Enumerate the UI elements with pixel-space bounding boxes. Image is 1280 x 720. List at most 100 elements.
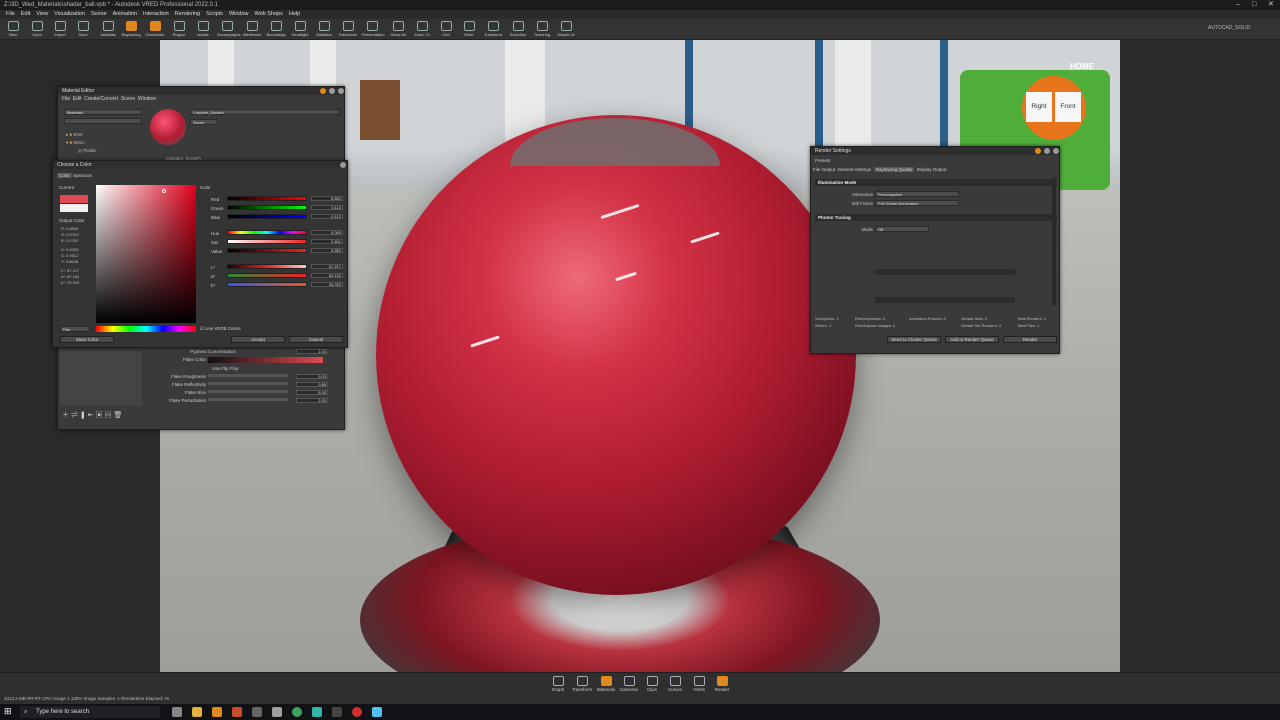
- ruler-button[interactable]: Ruler: [459, 19, 479, 40]
- isolate-button[interactable]: Isolate: [193, 19, 213, 40]
- b-value[interactable]: 33.922: [311, 282, 343, 287]
- flake-color-swatch[interactable]: [208, 357, 323, 363]
- import-button[interactable]: Import: [50, 19, 70, 40]
- store-color-button[interactable]: Store Color: [60, 336, 114, 343]
- windows-start-icon[interactable]: ⊞: [4, 706, 12, 717]
- material-name-field[interactable]: Carpaint_Scratch: [190, 109, 340, 115]
- link-icon[interactable]: ⇌: [71, 412, 78, 419]
- new-button[interactable]: New: [3, 19, 23, 40]
- menu-web-shops[interactable]: Web Shops: [255, 10, 283, 19]
- save-button[interactable]: Save: [73, 19, 93, 40]
- menu-scene[interactable]: Scene: [91, 10, 107, 19]
- app-icon[interactable]: [272, 707, 282, 717]
- render-button[interactable]: Render: [1003, 336, 1057, 343]
- close-icon[interactable]: ✕: [1268, 0, 1274, 10]
- a-slider[interactable]: [227, 273, 307, 278]
- flake-roughness-slider[interactable]: [208, 374, 288, 377]
- curves-module-button[interactable]: Curves: [664, 675, 686, 697]
- mode-select[interactable]: Flat: [60, 326, 90, 332]
- tab-general-settings[interactable]: General Settings: [838, 167, 872, 172]
- flake-size-slider[interactable]: [208, 390, 288, 393]
- navcube-right-face[interactable]: Right: [1026, 92, 1052, 122]
- photon-tracing-section[interactable]: Photon Tracing: [815, 214, 1057, 221]
- hue-strip[interactable]: [96, 326, 196, 332]
- still-frame-mode-select[interactable]: Full Global Illumination: [875, 200, 959, 206]
- graph-button[interactable]: Graph: [547, 675, 569, 697]
- headlight-button[interactable]: Headlight: [290, 19, 310, 40]
- terminal-icon[interactable]: [332, 707, 342, 717]
- me-menu-window[interactable]: Window: [138, 96, 156, 102]
- flake-size-value[interactable]: 5.00: [296, 390, 328, 395]
- menu-rendering[interactable]: Rendering: [175, 10, 200, 19]
- tree-item-misc[interactable]: ▾ ■ MISC: [66, 139, 96, 147]
- interactive-mode-select[interactable]: Precomputed: [875, 191, 959, 197]
- hue-value[interactable]: 0.000: [311, 230, 343, 235]
- grid-button[interactable]: Grid: [436, 19, 456, 40]
- show-all-button[interactable]: Show All: [388, 19, 408, 40]
- send-to-cluster-queue-button[interactable]: Send to Cluster Queue: [887, 336, 941, 343]
- cancel-button[interactable]: Cancel: [289, 336, 343, 343]
- tab-spectrum[interactable]: Spectrum: [73, 173, 92, 178]
- close-icon[interactable]: [1053, 148, 1059, 154]
- zoom-to-button[interactable]: Zoom To: [412, 19, 432, 40]
- folder-icon[interactable]: ▣: [96, 412, 103, 419]
- l-slider[interactable]: [227, 264, 307, 269]
- float-icon[interactable]: [320, 88, 326, 94]
- menu-window[interactable]: Window: [229, 10, 249, 19]
- vred-app-icon[interactable]: [212, 707, 222, 717]
- transform-module-button[interactable]: Transform: [571, 675, 593, 697]
- app-icon[interactable]: [232, 707, 242, 717]
- sat-value[interactable]: 0.811: [311, 239, 343, 244]
- antialias-button[interactable]: Antialias: [98, 19, 118, 40]
- picker-cursor[interactable]: [162, 189, 166, 193]
- tab-color[interactable]: Color: [57, 173, 72, 178]
- menu-interaction[interactable]: Interaction: [143, 10, 169, 19]
- material-tag[interactable]: Scene: [190, 119, 218, 125]
- menu-view[interactable]: View: [36, 10, 48, 19]
- app-icon[interactable]: [312, 707, 322, 717]
- pigment-concentration-value[interactable]: 1.00: [296, 349, 328, 354]
- flip-flop-checkbox[interactable]: Use Flip Flop: [212, 366, 239, 371]
- accept-button[interactable]: Accept: [231, 336, 285, 343]
- open-button[interactable]: Open: [27, 19, 47, 40]
- tab-file-output[interactable]: File Output: [813, 167, 835, 172]
- flake-reflectivity-slider[interactable]: [208, 382, 288, 385]
- wireframe-button[interactable]: Wireframe: [242, 19, 262, 40]
- flake-roughness-value[interactable]: 0.03: [296, 374, 328, 379]
- scenegraphs-button[interactable]: Scenegraphs: [217, 19, 241, 40]
- add-to-render-queue-button[interactable]: Add to Render Queue: [945, 336, 999, 343]
- hue-slider[interactable]: [227, 230, 307, 235]
- minimize-icon[interactable]: [329, 88, 335, 94]
- navcube-front-face[interactable]: Front: [1055, 92, 1081, 122]
- color-picker-field[interactable]: [96, 185, 196, 323]
- blue-value[interactable]: 0.112: [311, 214, 343, 219]
- clips-module-button[interactable]: Clips: [641, 675, 663, 697]
- task-view-icon[interactable]: [172, 707, 182, 717]
- green-value[interactable]: 0.113: [311, 205, 343, 210]
- cameras-module-button[interactable]: Cameras: [618, 675, 640, 697]
- flake-reflectivity-value[interactable]: 0.85: [296, 382, 328, 387]
- opera-icon[interactable]: [352, 707, 362, 717]
- menu-visualization[interactable]: Visualization: [54, 10, 85, 19]
- navigation-cube[interactable]: Right Front: [1022, 76, 1086, 140]
- red-slider[interactable]: [227, 196, 307, 201]
- back-icon[interactable]: ⇤: [88, 412, 94, 419]
- flake-perturbation-slider[interactable]: [208, 398, 288, 401]
- use-srgb-checkbox[interactable]: ☑ Use sRGB Colors: [200, 326, 241, 332]
- float-icon[interactable]: [1035, 148, 1041, 154]
- blue-slider[interactable]: [227, 214, 307, 219]
- menu-file[interactable]: File: [6, 10, 15, 19]
- menu-animation[interactable]: Animation: [113, 10, 137, 19]
- materials-filter[interactable]: Materials: [64, 109, 142, 115]
- scrollbar[interactable]: [1052, 177, 1056, 305]
- sat-slider[interactable]: [227, 239, 307, 244]
- me-menu-scene[interactable]: Scene: [121, 96, 135, 102]
- minimize-icon[interactable]: –: [1236, 0, 1240, 10]
- settings-icon[interactable]: [252, 707, 262, 717]
- selection-button[interactable]: Selection: [508, 19, 528, 40]
- add-icon[interactable]: ＋: [62, 412, 69, 419]
- a-value[interactable]: 82.192: [311, 273, 343, 278]
- value-value[interactable]: 0.852: [311, 248, 343, 253]
- transform-button[interactable]: Transform: [483, 19, 503, 40]
- vsets-module-button[interactable]: VSets: [688, 675, 710, 697]
